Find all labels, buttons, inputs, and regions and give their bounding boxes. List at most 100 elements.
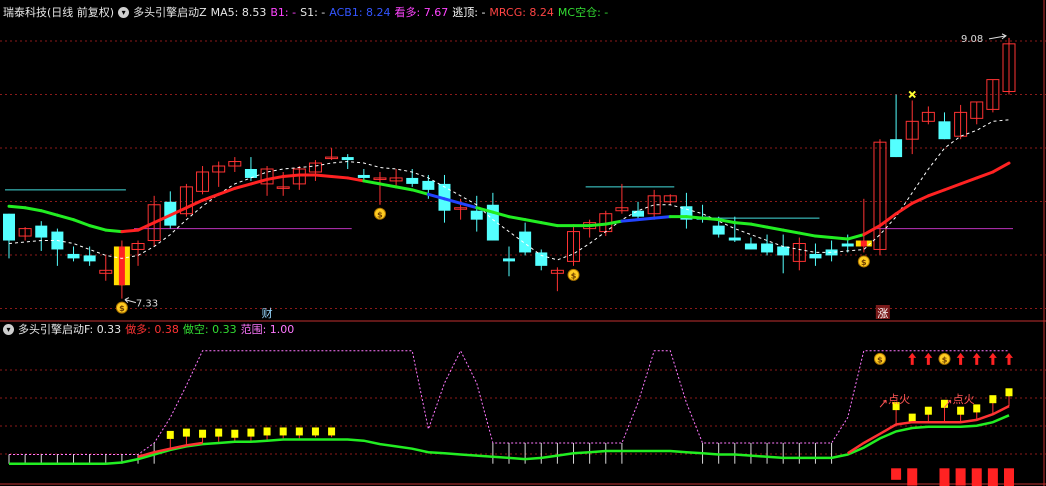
mrcg-line-segment bbox=[959, 176, 979, 186]
mrcg-line-segment bbox=[378, 182, 398, 189]
main-item-label: S1: bbox=[300, 6, 322, 19]
cai-marker: 财 bbox=[262, 306, 273, 320]
main-item-value: - bbox=[481, 6, 486, 19]
mrcg-line-segment bbox=[249, 177, 269, 186]
mrcg-line-segment bbox=[830, 236, 850, 241]
candle-down bbox=[761, 243, 774, 253]
mrcg-line-segment bbox=[620, 218, 640, 223]
sub-item-label: : bbox=[89, 323, 97, 336]
mrcg-line-segment bbox=[781, 228, 801, 235]
mrcg-line-segment bbox=[701, 216, 721, 222]
main-item-value: 8.53 bbox=[241, 6, 267, 19]
mrcg-line-segment bbox=[636, 216, 656, 222]
main-item-6: MRCG: 8.24 bbox=[489, 6, 554, 19]
candle-down bbox=[83, 255, 96, 262]
chevron-down-icon[interactable]: ▾ bbox=[3, 324, 14, 335]
main-item-1: B1: - bbox=[270, 6, 296, 19]
mrcg-line-segment bbox=[813, 234, 834, 240]
sub-indicator-name[interactable]: 多头引擎启动F bbox=[18, 323, 89, 336]
sub-item-2: 做空: 0.33 bbox=[183, 323, 237, 336]
mrcg-line-segment bbox=[23, 206, 43, 213]
money-bag-icon-glyph: $ bbox=[877, 355, 883, 364]
candle-down bbox=[938, 121, 951, 140]
signal-bottom-bar bbox=[1004, 468, 1014, 486]
mrcg-line-segment bbox=[88, 224, 108, 232]
mrcg-line-segment bbox=[652, 215, 672, 220]
signal-marks-layer: $ $ $ $ bbox=[115, 90, 916, 314]
signal-top-bar bbox=[199, 429, 207, 438]
chart-canvas: $$$$ $ $ 9.087.33财 涨点火 点火 bbox=[0, 0, 1046, 486]
sub-item-label: 范围: bbox=[240, 323, 270, 336]
chevron-down-icon[interactable]: ▾ bbox=[118, 7, 130, 18]
mrcg-line-segment bbox=[507, 215, 527, 222]
mrcg-line-segment bbox=[684, 215, 705, 220]
mrcg-line-segment bbox=[55, 213, 76, 222]
sub-item-1: 做多: 0.38 bbox=[125, 323, 179, 336]
sub-item-value: 1.00 bbox=[269, 323, 295, 336]
main-item-0: MA5: 8.53 bbox=[211, 6, 267, 19]
signal-top-bar bbox=[166, 430, 174, 439]
mrcg-line-segment bbox=[217, 186, 237, 196]
candle-down bbox=[728, 237, 741, 241]
ma5-line bbox=[8, 119, 1010, 261]
mrcg-line-segment bbox=[878, 212, 898, 228]
mrcg-line-segment bbox=[184, 198, 205, 210]
high-arrow-icon bbox=[988, 33, 1007, 40]
range-line bbox=[9, 349, 1009, 455]
sub-item-label: 做空: bbox=[182, 323, 213, 336]
mrcg-line-segment bbox=[975, 170, 995, 180]
money-bag-icon-glyph: $ bbox=[119, 304, 125, 313]
mrcg-line-segment bbox=[797, 231, 817, 238]
main-item-label: 看多: bbox=[394, 6, 424, 19]
mrcg-line-segment bbox=[281, 173, 301, 178]
up-arrow-icon bbox=[988, 352, 997, 365]
mrcg-line-segment bbox=[104, 228, 124, 234]
main-item-value: 7.67 bbox=[423, 6, 449, 19]
main-item-label: 逃顶: bbox=[452, 6, 482, 19]
zhang-marker: 涨 bbox=[877, 307, 888, 320]
money-bag-icon-glyph: $ bbox=[571, 271, 577, 280]
candle-down bbox=[341, 157, 354, 161]
main-item-label: MA5: bbox=[210, 6, 242, 19]
mrcg-line-segment bbox=[910, 194, 930, 205]
mrcg-line-segment bbox=[346, 176, 366, 183]
candle-down bbox=[632, 210, 645, 217]
mrcg-line-segment bbox=[7, 204, 27, 210]
mrcg-line-segment bbox=[265, 174, 285, 181]
money-bag-icon-glyph: $ bbox=[377, 210, 383, 219]
dianhuo-label: 点火 bbox=[888, 393, 910, 406]
candle-down bbox=[422, 180, 435, 190]
main-item-label: B1: bbox=[270, 6, 293, 19]
signal-top-bar bbox=[263, 427, 271, 436]
mrcg-line-segment bbox=[362, 179, 382, 186]
signal-bottom-bar bbox=[955, 468, 966, 486]
main-item-label: MRCG: bbox=[489, 6, 530, 19]
mrcg-line-segment bbox=[604, 219, 624, 226]
candle-down bbox=[470, 210, 483, 220]
money-bag-icon-glyph: $ bbox=[942, 355, 948, 364]
up-arrow-icon bbox=[908, 352, 917, 365]
candle-down bbox=[535, 252, 548, 266]
signal-top-bar bbox=[311, 427, 319, 436]
mrcg-line-segment bbox=[588, 222, 608, 228]
main-item-label: ACB1: bbox=[329, 6, 367, 19]
signal-top-bar bbox=[231, 429, 239, 438]
main-item-2: S1: - bbox=[300, 6, 325, 19]
sub-indicator-values: : 0.33 做多: 0.38 做空: 0.33 范围: 1.00 bbox=[89, 323, 298, 336]
indicator-values: MA5: 8.53 B1: - S1: - ACB1: 8.24 看多: 7.67 逃顶:… bbox=[211, 6, 613, 19]
start-signal-core bbox=[860, 240, 867, 247]
signal-top-bar bbox=[924, 406, 932, 415]
signal-top-bar bbox=[328, 427, 336, 436]
mrcg-line-segment bbox=[330, 174, 350, 180]
signal-top-bar bbox=[279, 427, 287, 436]
signal-bottom-bar bbox=[971, 468, 982, 486]
high-price-label: 9.08 bbox=[961, 34, 983, 45]
indicator-name[interactable]: 多头引擎启动Z bbox=[133, 6, 207, 19]
main-item-value: - bbox=[321, 6, 326, 19]
main-item-4: 看多: 7.67 bbox=[395, 6, 449, 19]
main-item-7: MC空仓: - bbox=[558, 6, 608, 19]
candle-down bbox=[744, 243, 757, 250]
candle-down bbox=[67, 253, 80, 259]
sub-indicator-layer: $ $ bbox=[9, 352, 1014, 486]
sub-item-label: 做多: bbox=[125, 323, 155, 336]
